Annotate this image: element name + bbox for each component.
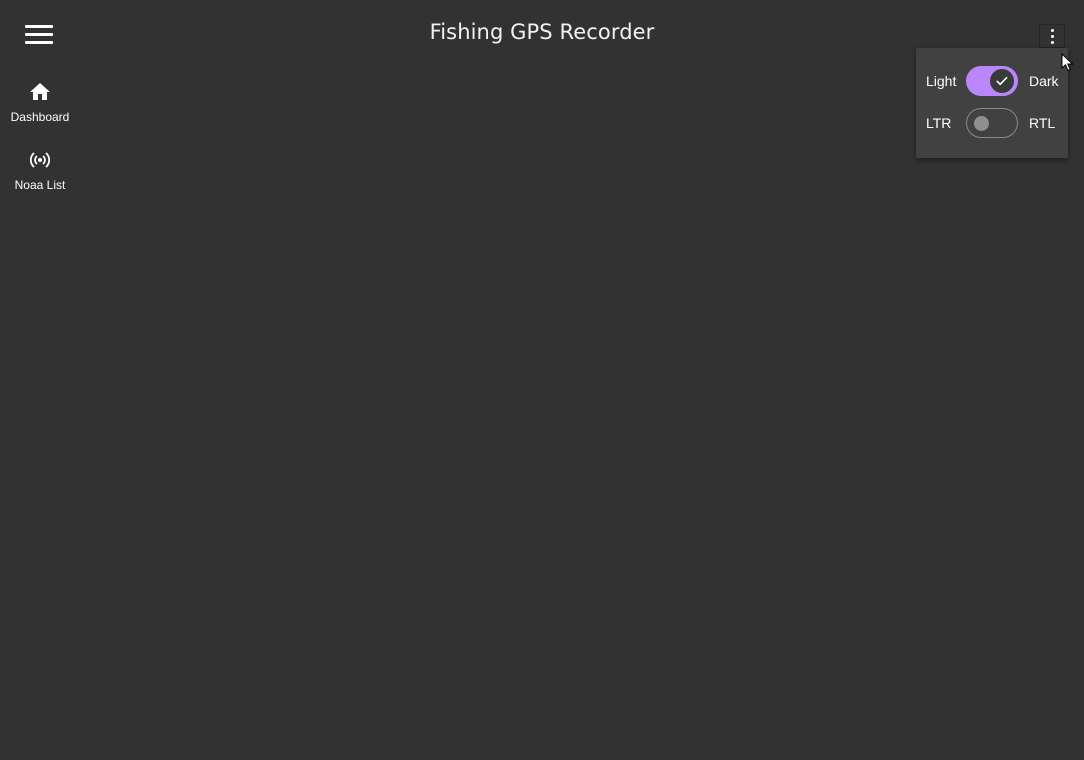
nav-item-label: Dashboard xyxy=(10,110,70,124)
check-icon xyxy=(996,76,1008,86)
toggle-knob xyxy=(974,116,989,131)
navigation-rail: Dashboard Noaa List xyxy=(0,74,80,210)
nav-item-dashboard[interactable]: Dashboard xyxy=(0,74,80,142)
theme-toggle-switch[interactable] xyxy=(966,66,1018,96)
theme-dark-label: Dark xyxy=(1029,73,1059,89)
home-icon xyxy=(30,83,50,100)
direction-toggle-row: LTR RTL xyxy=(916,104,1068,144)
direction-toggle-switch[interactable] xyxy=(966,108,1018,138)
page-title: Fishing GPS Recorder xyxy=(429,20,655,44)
direction-rtl-label: RTL xyxy=(1029,115,1056,131)
theme-light-label: Light xyxy=(926,73,957,89)
direction-ltr-label: LTR xyxy=(926,115,952,131)
toggle-knob xyxy=(990,69,1014,93)
mouse-cursor-icon xyxy=(1061,53,1074,72)
theme-toggle-row: Light Dark xyxy=(916,62,1068,102)
settings-menu: Light Dark LTR RTL xyxy=(916,48,1068,158)
app-window: Fishing GPS Recorder Dashboard Noaa List… xyxy=(0,0,1084,760)
more-vert-icon[interactable] xyxy=(1039,24,1065,48)
nav-item-noaa-list[interactable]: Noaa List xyxy=(0,142,80,210)
nav-item-label: Noaa List xyxy=(14,178,66,192)
radio-signal-icon xyxy=(29,152,51,168)
